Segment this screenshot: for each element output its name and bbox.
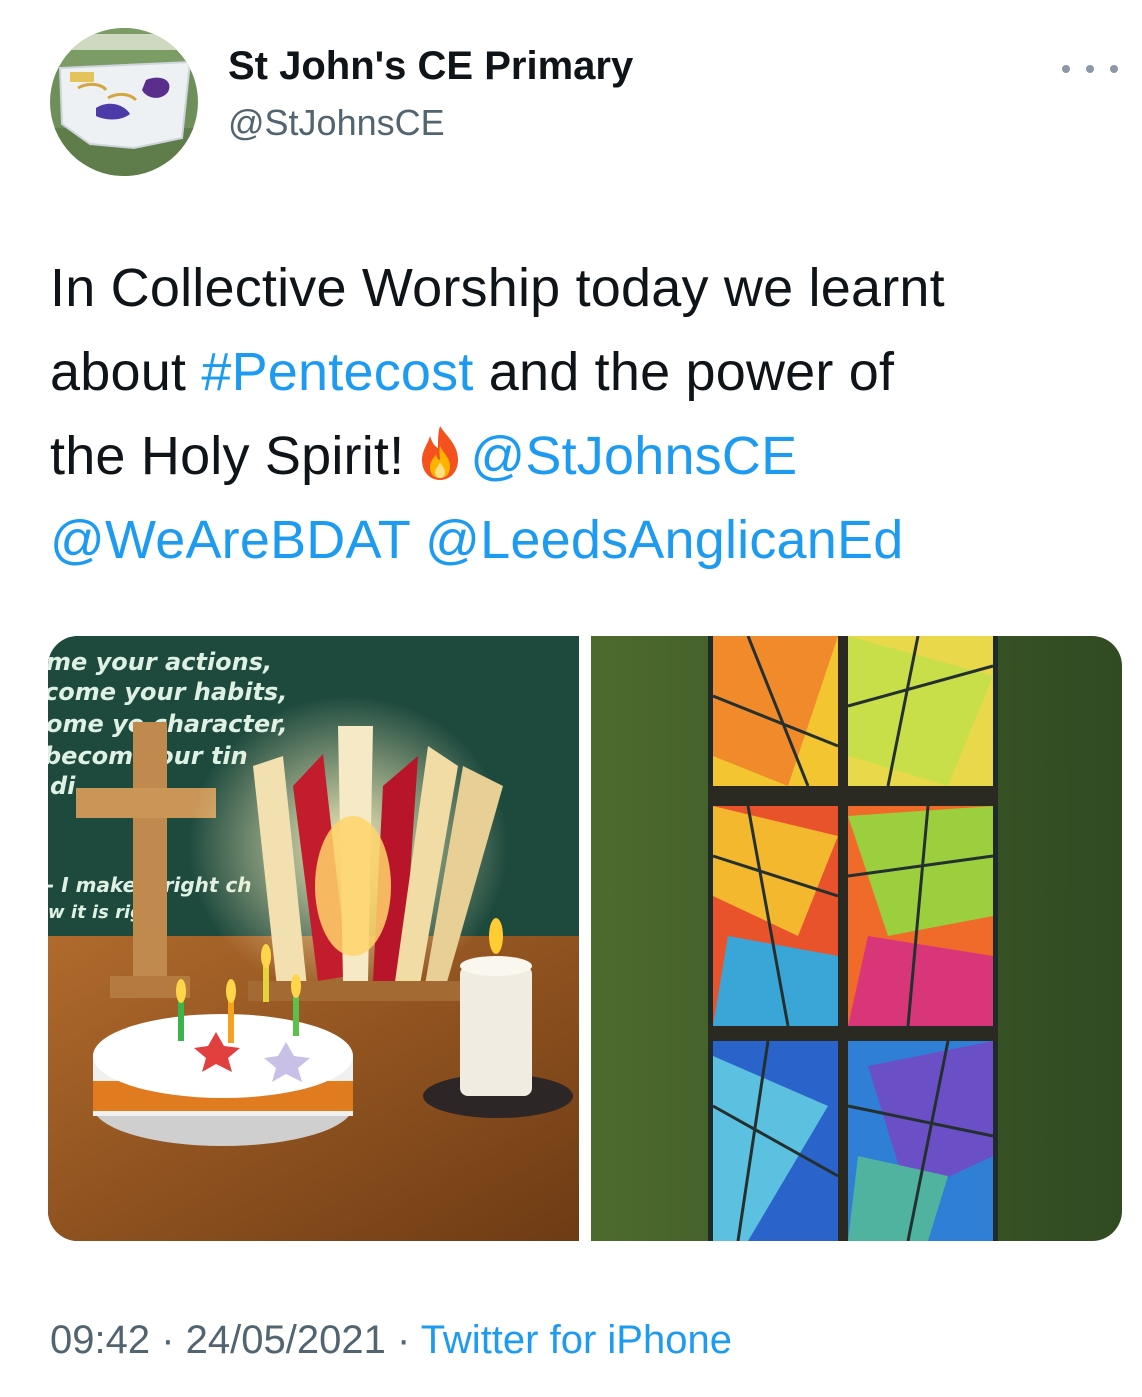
- sign-line-2: come your habits,: [48, 678, 287, 706]
- more-dot: [1110, 65, 1118, 73]
- tweet-meta: 09:42 · 24/05/2021 · Twitter for iPhone: [50, 1318, 732, 1363]
- media-gallery[interactable]: me your actions, come your habits, ome y…: [48, 636, 1122, 1241]
- more-dot: [1062, 65, 1070, 73]
- avatar[interactable]: [50, 28, 198, 176]
- tweet-source-link[interactable]: Twitter for iPhone: [421, 1318, 732, 1362]
- tweet-text: In Collective Worship today we learnt ab…: [50, 246, 1110, 582]
- display-name[interactable]: St John's CE Primary: [228, 44, 633, 89]
- tweet-time[interactable]: 09:42: [50, 1318, 150, 1362]
- more-dot: [1086, 65, 1094, 73]
- stained-glass-window-icon: [591, 636, 1122, 1241]
- hashtag-link[interactable]: #Pentecost: [201, 342, 473, 402]
- tweet-line-1: In Collective Worship today we learnt: [50, 258, 945, 318]
- sign-line-1: me your actions,: [48, 648, 272, 676]
- mention-link-leedsanglicaned[interactable]: @LeedsAnglicanEd: [425, 510, 903, 570]
- meta-separator: ·: [150, 1318, 186, 1362]
- sign-line-5: di: [50, 772, 76, 800]
- meta-separator: ·: [385, 1318, 421, 1362]
- fire-emoji-icon: [422, 426, 459, 480]
- tweet-date[interactable]: 24/05/2021: [186, 1318, 386, 1362]
- tweet-text-about: about: [50, 342, 202, 402]
- school-banner-avatar-icon: [50, 28, 198, 176]
- account-handle[interactable]: @StJohnsCE: [228, 102, 445, 144]
- more-options-icon[interactable]: [1062, 54, 1118, 84]
- tweet-text-holy: the Holy Spirit!: [50, 426, 405, 486]
- mention-link-wearebdat[interactable]: @WeAreBDAT: [50, 510, 410, 570]
- tweet-text-power: and the power of: [473, 342, 895, 402]
- mention-link-stjohnsce[interactable]: @StJohnsCE: [470, 426, 797, 486]
- left-photo: me your actions, come your habits, ome y…: [48, 636, 579, 1241]
